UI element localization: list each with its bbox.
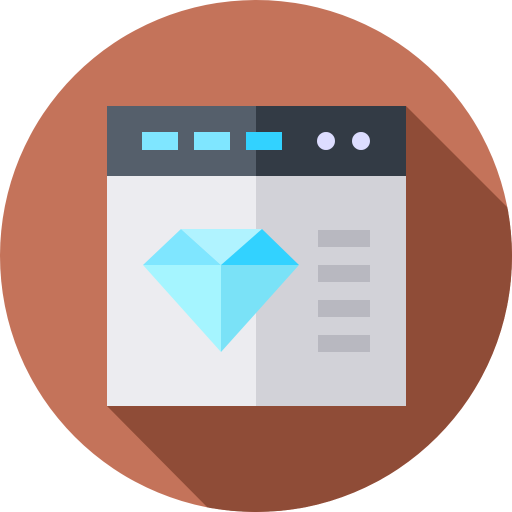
titlebar-left (107, 106, 256, 176)
text-line-4 (318, 335, 370, 352)
browser-window-diamond-icon (0, 0, 512, 512)
window-dot-2 (352, 132, 370, 150)
titlebar-tab-3 (246, 132, 282, 150)
titlebar-tab-2 (194, 132, 230, 150)
window-dot-1 (317, 132, 335, 150)
text-line-2 (318, 265, 370, 282)
window-pane-right (256, 176, 406, 406)
text-line-1 (318, 230, 370, 247)
titlebar-tab-1 (142, 132, 178, 150)
icon-stage (0, 0, 512, 512)
text-line-3 (318, 300, 370, 317)
